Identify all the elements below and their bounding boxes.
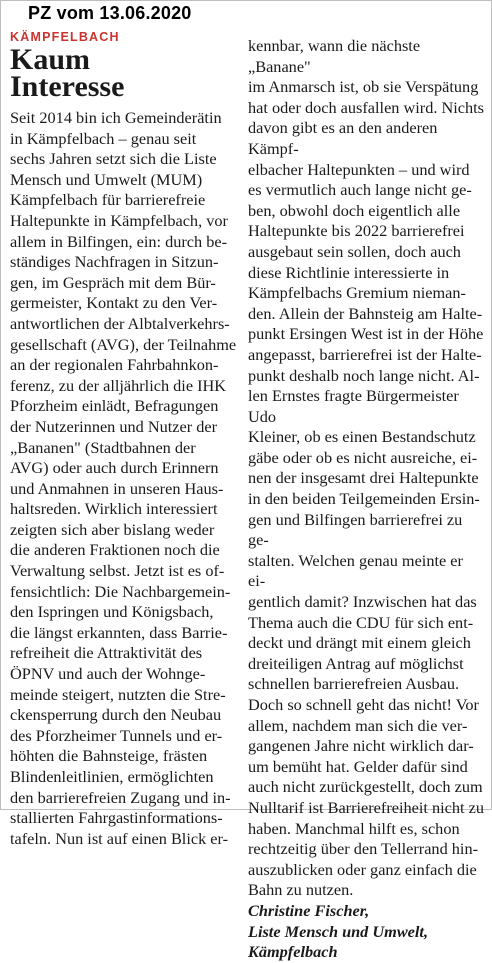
body-line: die längst erkannten, dass Barrie-: [10, 622, 228, 642]
body-line: ausgebaut sein sollen, doch auch: [248, 241, 461, 261]
article-body-right: kennbar, wann die nächste „Banane" im Anm…: [248, 36, 484, 901]
body-line: des Pforzheimer Tunnels und er-: [10, 725, 223, 745]
body-line: auszublicken oder ganz einfach die: [248, 859, 477, 879]
article-kicker: KÄMPFELBACH: [10, 30, 120, 44]
headline-line-2: Interesse: [10, 70, 125, 103]
body-line: elbacher Haltepunkten – und wird: [248, 159, 470, 179]
body-line: gen und Bilfingen barrierefrei zu ge-: [248, 509, 463, 550]
body-line: germeister, Kontakt zu den Ver-: [10, 293, 218, 313]
body-line: haben. Manchmal hilft es, schon: [248, 818, 460, 838]
body-line: auch nicht zurückgestellt, doch zum: [248, 777, 483, 797]
body-line: es vermutlich auch lange nicht ge-: [248, 180, 472, 200]
article-right-column: kennbar, wann die nächste „Banane" im Anm…: [248, 36, 484, 963]
body-line: im Anmarsch ist, ob sie Verspätung: [248, 77, 479, 97]
body-line: Haltepunkte in Kämpfelbach, vor: [10, 210, 228, 230]
body-line: „Bananen" (Stadtbahnen der: [10, 437, 196, 457]
body-line: der Nutzerinnen und Nutzer der: [10, 416, 218, 436]
body-line: Thema auch die CDU für sich ent-: [248, 612, 474, 632]
body-line: punkt deshalb noch lange nicht. Al-: [248, 365, 480, 385]
body-line: Nulltarif ist Barrierefreiheit nicht zu: [248, 797, 484, 817]
body-line: und Anmahnen in unseren Haus-: [10, 478, 224, 498]
body-line: Blindenleitlinien, ermöglichten: [10, 767, 214, 786]
body-line: gäbe oder ob es nicht ausreiche, ei-: [248, 447, 478, 467]
body-line: an der regionalen Fahrbahnkon-: [10, 355, 219, 375]
body-line: Mensch und Umwelt (MUM): [10, 169, 203, 189]
body-line: meinde steigert, nutzten die Stre-: [10, 684, 226, 704]
body-line: ferenz, zu der alljährlich die IHK: [10, 375, 227, 395]
body-line: refreiheit die Attraktivität des: [10, 643, 203, 663]
body-line: haltsreden. Wirklich interessiert: [10, 499, 218, 519]
body-line: in Kämpfelbach – genau seit: [10, 128, 197, 148]
body-line: diese Richtlinie interessierte in: [248, 262, 450, 282]
body-line: Kämpfelbach für barrierefreie: [10, 190, 206, 210]
headline-line-1: Kaum: [10, 43, 91, 76]
body-line: ben, obwohl doch eigentlich alle: [248, 200, 461, 220]
body-line: allem, nachdem man sich die ver-: [248, 715, 468, 735]
body-line: um bemüht hat. Gelder dafür sind: [248, 756, 468, 776]
body-line: schnellen barrierefreien Ausbau.: [248, 674, 460, 694]
body-line: rechtzeitig über den Tellerrand hin-: [248, 839, 479, 859]
article-body-left: Seit 2014 bin ich Gemeinderätin in Kämpfe…: [10, 108, 242, 849]
body-line: fensichtlich: Die Nachbargemein-: [10, 581, 231, 601]
body-line: stallierten Fahrgastinformations-: [10, 808, 223, 828]
body-line: Verwaltung selbst. Jetzt ist es of-: [10, 561, 225, 581]
body-line: davon gibt es an den anderen Kämpf-: [248, 118, 438, 158]
body-line: hat oder doch ausfallen wird. Nichts: [248, 97, 485, 117]
body-line: sechs Jahren setzt sich die Liste: [10, 149, 217, 169]
body-line: Haltepunkte bis 2022 barrierefrei: [248, 221, 465, 241]
article-headline: Kaum Interesse: [10, 43, 242, 103]
body-line: dreiteiligen Antrag auf möglichst: [248, 653, 464, 673]
body-line: Bahn zu nutzen.: [248, 880, 354, 900]
body-line: stalten. Welchen genau meinte er ei-: [248, 550, 463, 591]
body-line: allem in Bilfingen, ein: durch be-: [10, 231, 228, 251]
source-label: PZ vom 13.06.2020: [28, 3, 192, 23]
body-line: gangenen Jahre nicht wirklich dar-: [248, 736, 474, 756]
signature-line: Liste Mensch und Umwelt,: [248, 921, 429, 941]
body-line: punkt Ersingen West ist in der Höhe: [248, 324, 484, 344]
body-line: Kleiner, ob es einen Bestandschutz: [248, 427, 476, 447]
body-line: die anderen Fraktionen noch die: [10, 540, 220, 560]
body-line: Seit 2014 bin ich Gemeinderätin: [10, 108, 222, 127]
body-line: ckensperrung durch den Neubau: [10, 705, 222, 725]
body-line: höhten die Bahnsteige, frästen: [10, 746, 208, 766]
body-line: Pforzheim einlädt, Befragungen: [10, 396, 219, 416]
article-signature: Christine Fischer, Liste Mensch und Umwel…: [248, 901, 484, 963]
body-line: antwortlichen der Albtalverkehrs-: [10, 313, 230, 333]
body-line: den Ispringen und Königsbach,: [10, 602, 214, 622]
body-line: zeigten sich aber bislang weder: [10, 519, 215, 539]
article-left-column: KÄMPFELBACH Kaum Interesse Seit 2014 bin…: [10, 30, 242, 849]
body-line: deckt und drängt mit einem gleich: [248, 633, 471, 653]
body-line: Kämpfelbachs Gremium nieman-: [248, 283, 466, 303]
body-line: Doch so schnell geht das nicht! Vor: [248, 695, 479, 714]
body-line: ÖPNV und auch der Wohnge-: [10, 664, 206, 684]
body-line: AVG) oder auch durch Erinnern: [10, 458, 219, 478]
body-line: in den beiden Teilgemeinden Ersin-: [248, 489, 480, 509]
body-line: gesellschaft (AVG), der Teilnahme: [10, 334, 237, 354]
signature-line: Kämpfelbach: [248, 942, 338, 962]
body-line: angepasst, barrierefrei ist der Halte-: [248, 344, 482, 364]
body-line: nen der insgesamt drei Haltepunkte: [248, 468, 479, 488]
body-line: kennbar, wann die nächste „Banane": [248, 36, 421, 76]
body-line: gen, im Gespräch mit dem Bür-: [10, 272, 216, 292]
body-line: gentlich damit? Inzwischen hat das: [248, 592, 477, 612]
body-line: den barrierefreien Zugang und in-: [10, 787, 231, 807]
signature-line: Christine Fischer,: [248, 900, 370, 920]
body-line: len Ernstes fragte Bürgermeister Udo: [248, 386, 459, 426]
body-line: ständiges Nachfragen in Sitzun-: [10, 252, 219, 272]
body-line: den. Allein der Bahnsteig am Halte-: [248, 303, 483, 323]
body-line: tafeln. Nun ist auf einen Blick er-: [10, 828, 229, 848]
